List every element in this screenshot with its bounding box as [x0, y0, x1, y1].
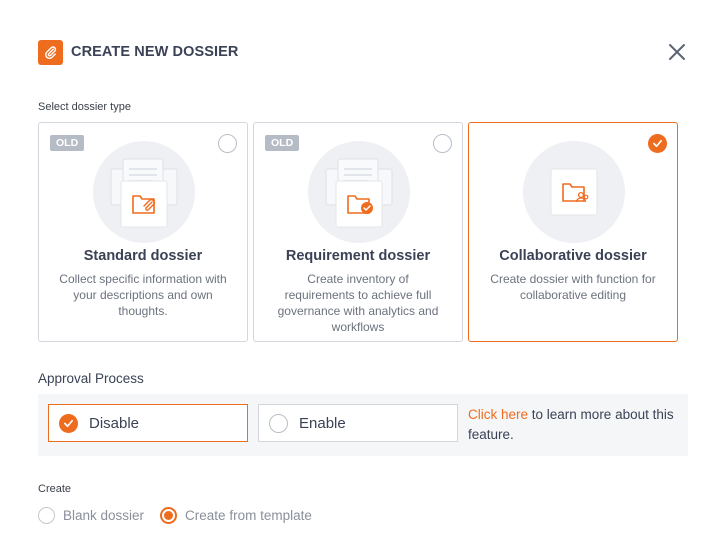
folder-paperclip-icon [93, 141, 195, 243]
option-label: Create from template [185, 508, 312, 523]
option-label: Blank dossier [63, 508, 145, 523]
card-description: Collect specific information with your d… [59, 272, 227, 318]
requirement-dossier-card[interactable]: OLD Requirement dossier Create inventory… [253, 122, 463, 342]
radio-selected [160, 507, 178, 524]
create-label: Create [38, 483, 72, 495]
folder-check-icon [308, 141, 410, 243]
paperclip-icon [38, 39, 63, 65]
collaborative-dossier-card[interactable]: Collaborative dossier Create dossier wit… [468, 122, 678, 342]
create-from-template-option[interactable]: Create from template [160, 507, 312, 524]
card-title: Standard dossier [83, 248, 203, 264]
folder-users-icon [523, 141, 625, 243]
approval-enable-option[interactable]: Enable [258, 404, 458, 442]
approval-info-text: Click here to learn more about this feat… [468, 405, 678, 445]
check-icon [59, 413, 78, 433]
old-badge: OLD [50, 135, 85, 151]
card-title: Requirement dossier [285, 248, 431, 264]
option-label: Disable [89, 414, 140, 432]
option-label: Enable [299, 414, 346, 432]
dossier-type-label: Select dossier type [38, 101, 131, 113]
close-icon[interactable] [664, 39, 690, 65]
dialog-title: CREATE NEW DOSSIER [71, 44, 239, 60]
standard-dossier-card[interactable]: OLD Standard dossier Collect specific in… [38, 122, 248, 342]
radio-circle [38, 507, 55, 524]
approval-options-panel: Disable Enable Click here to learn more … [38, 394, 688, 456]
card-radio[interactable] [218, 134, 237, 153]
card-description: Create dossier with function for collabo… [490, 272, 656, 302]
radio-circle [269, 413, 288, 433]
blank-dossier-option[interactable]: Blank dossier [38, 507, 144, 524]
approval-process-label: Approval Process [38, 371, 144, 386]
card-title: Collaborative dossier [499, 248, 647, 264]
create-options: Blank dossier Create from template [38, 507, 312, 524]
card-description: Create inventory of requirements to achi… [277, 272, 439, 334]
old-badge: OLD [265, 135, 300, 151]
dossier-type-cards: OLD Standard dossier Collect specific in… [38, 122, 678, 342]
approval-disable-option[interactable]: Disable [48, 404, 248, 442]
check-icon[interactable] [648, 134, 667, 153]
learn-more-link[interactable]: Click here [468, 407, 528, 422]
card-radio[interactable] [433, 134, 452, 153]
dialog-header: CREATE NEW DOSSIER [38, 39, 690, 65]
